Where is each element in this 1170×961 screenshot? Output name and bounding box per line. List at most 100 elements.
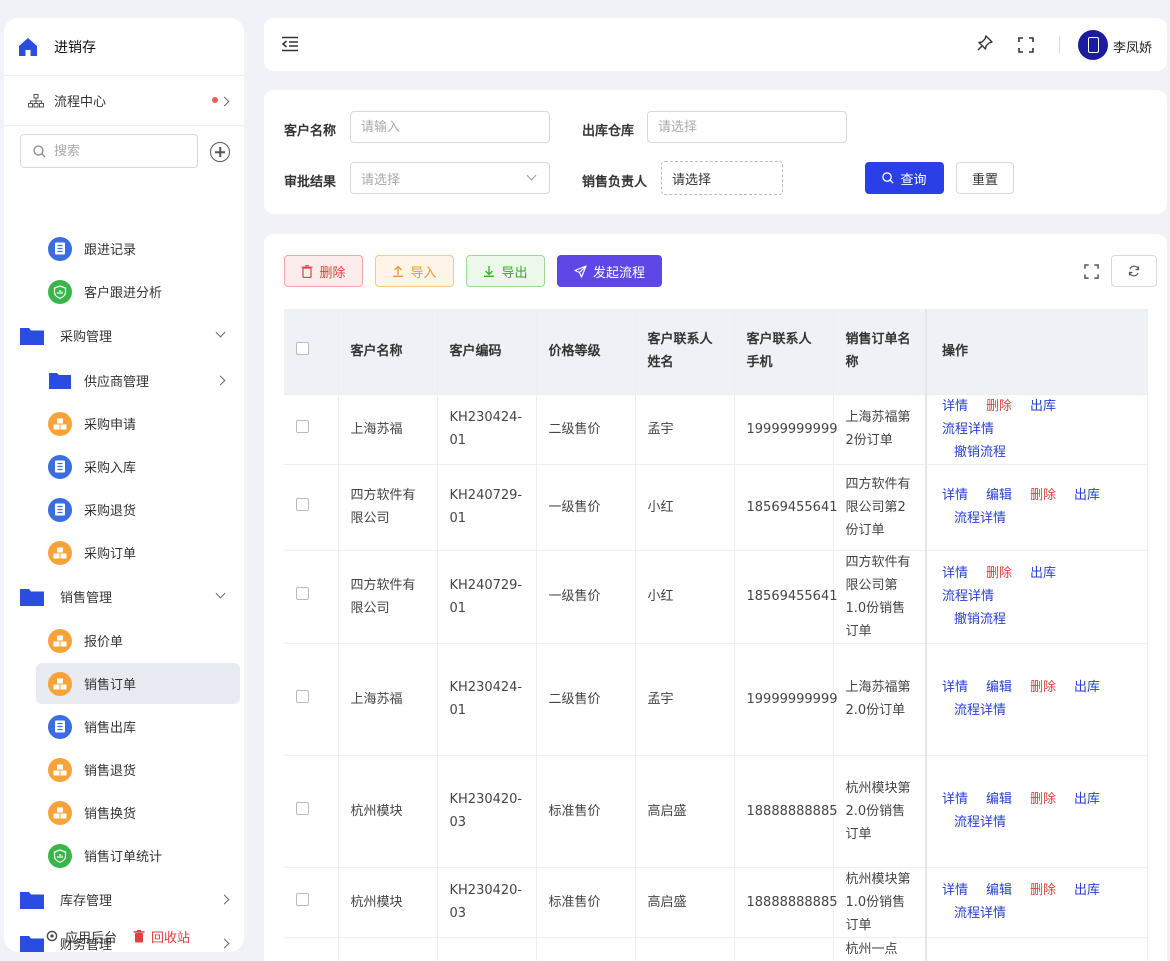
table-cell: 上海苏福第2份订单	[833, 394, 927, 465]
approval-placeholder: 请选择	[361, 172, 401, 188]
row-action-link[interactable]: 详情	[942, 676, 968, 699]
delete-button[interactable]: 删除	[284, 255, 363, 287]
row-action-link[interactable]: 详情	[942, 788, 968, 811]
warehouse-label: 出库仓库	[582, 124, 635, 139]
table-cell: 18888888885	[734, 867, 837, 938]
export-button[interactable]: 导出	[466, 255, 545, 287]
row-action-link[interactable]: 出库	[1074, 676, 1100, 699]
recycle-link[interactable]: 回收站	[133, 927, 190, 946]
row-action-link[interactable]: 流程详情	[954, 507, 1006, 530]
table-cell: 小红	[635, 464, 735, 551]
select-all-checkbox[interactable]	[296, 341, 309, 355]
sidebar-brand[interactable]: 进销存	[4, 18, 244, 76]
sidebar-item[interactable]: 销售订单统计	[36, 835, 240, 876]
sidebar-item[interactable]: 客户跟进分析	[36, 271, 240, 312]
add-circle-icon[interactable]	[210, 142, 230, 162]
sidebar-item[interactable]: 采购入库	[36, 446, 240, 487]
reset-button[interactable]: 重置	[956, 162, 1014, 194]
row-checkbox[interactable]	[296, 689, 309, 703]
sidebar-item[interactable]: 采购订单	[36, 532, 240, 573]
row-action-link[interactable]: 详情	[942, 879, 968, 902]
row-action-link[interactable]: 流程详情	[954, 902, 1006, 925]
row-action-link[interactable]: 详情	[942, 562, 968, 585]
sidebar-item-label: 销售订单	[84, 678, 137, 693]
row-checkbox[interactable]	[296, 587, 309, 600]
table-row: 杭州模块 KH230420-03 标准售价 高启盛 18888888885 杭州模块第2.…	[284, 755, 1148, 868]
row-action-link[interactable]: 详情	[942, 395, 968, 418]
table-cell: 二级售价	[536, 643, 636, 756]
column-header: 客户编码	[437, 309, 537, 395]
sidebar-item[interactable]: 销售出库	[36, 706, 240, 747]
sidebar-item[interactable]: 销售退货	[36, 749, 240, 790]
row-checkbox[interactable]	[296, 801, 309, 815]
query-button[interactable]: 查询	[865, 162, 944, 194]
row-action-link[interactable]: 编辑	[986, 484, 1012, 507]
row-checkbox[interactable]	[296, 497, 309, 511]
avatar[interactable]	[1078, 30, 1108, 60]
row-action-link[interactable]: 删除	[1030, 879, 1056, 902]
import-button[interactable]: 导入	[375, 255, 454, 287]
row-action-link[interactable]: 流程详情	[942, 418, 994, 441]
row-action-link[interactable]: 流程详情	[954, 699, 1006, 722]
sales-owner-picker[interactable]: 请选择	[661, 161, 783, 195]
row-action-link[interactable]: 撤销流程	[954, 608, 1006, 631]
user-name[interactable]: 李凤娇	[1113, 37, 1152, 56]
approval-select[interactable]: 请选择	[350, 162, 550, 194]
row-action-link[interactable]: 详情	[942, 484, 968, 507]
row-action-link[interactable]: 出库	[1030, 395, 1056, 418]
chevron-right-icon	[215, 375, 226, 386]
chevron-right-icon	[219, 96, 230, 107]
row-action-link[interactable]: 删除	[1030, 676, 1056, 699]
sidebar-item-label: 报价单	[84, 635, 124, 650]
sidebar-item[interactable]: 跟进记录	[36, 228, 240, 269]
fullscreen-icon[interactable]	[1018, 37, 1034, 53]
row-checkbox[interactable]	[296, 419, 309, 433]
row-action-link[interactable]: 编辑	[986, 788, 1012, 811]
row-action-link[interactable]: 出库	[1074, 484, 1100, 507]
menu-item-icon	[48, 800, 72, 825]
boxes-icon	[53, 807, 67, 818]
sidebar-search[interactable]	[20, 134, 198, 168]
row-action-link[interactable]: 编辑	[986, 879, 1012, 902]
sidebar-item[interactable]: 采购申请	[36, 403, 240, 444]
table-cell: 一级售价	[536, 937, 636, 961]
sidebar-group[interactable]: 销售管理	[4, 576, 244, 617]
backend-link[interactable]: 应用后台	[46, 927, 117, 946]
menu-fold-icon[interactable]	[280, 36, 300, 52]
row-action-link[interactable]: 删除	[986, 562, 1012, 585]
sidebar-item[interactable]: 销售换货	[36, 792, 240, 833]
sidebar-group[interactable]: 库存管理	[4, 879, 244, 920]
customer-name-input[interactable]	[350, 111, 550, 143]
row-action-link[interactable]: 出库	[1030, 562, 1056, 585]
home-icon	[19, 37, 37, 56]
warehouse-select[interactable]	[647, 111, 847, 143]
row-action-link[interactable]: 删除	[986, 395, 1012, 418]
start-flow-button[interactable]: 发起流程	[557, 255, 662, 287]
row-action-link[interactable]: 删除	[1030, 788, 1056, 811]
sidebar-item[interactable]: 销售订单	[36, 663, 240, 704]
sidebar-item[interactable]: 采购退货	[36, 489, 240, 530]
table-cell: KH230420-03	[437, 867, 537, 938]
sidebar-item-label: 客户跟进分析	[84, 286, 163, 301]
table-card: 删除 导入 导出 发起流程 客户名称 客户编码 价格等级 客户联系人姓名 客户联…	[264, 234, 1167, 961]
folder-icon	[20, 891, 44, 909]
sidebar-flow-center[interactable]: 流程中心	[4, 76, 244, 126]
row-action-link[interactable]: 撤销流程	[954, 441, 1006, 464]
sidebar-item[interactable]: 报价单	[36, 620, 240, 661]
row-action-link[interactable]: 流程详情	[942, 585, 994, 608]
sidebar-search-input[interactable]	[54, 143, 184, 159]
row-action-link[interactable]: 出库	[1074, 879, 1100, 902]
row-action-link[interactable]: 删除	[1030, 484, 1056, 507]
row-action-link[interactable]: 流程详情	[954, 811, 1006, 834]
row-action-link[interactable]: 出库	[1074, 788, 1100, 811]
pin-icon[interactable]	[976, 34, 994, 52]
refresh-button[interactable]	[1111, 255, 1157, 287]
row-actions: 详情 删除 出库流程详情 撤销流程	[925, 550, 1148, 644]
row-action-link[interactable]: 编辑	[986, 676, 1012, 699]
table-header-row: 客户名称 客户编码 价格等级 客户联系人姓名 客户联系人手机 销售订单名称 操作	[284, 309, 1148, 395]
sidebar-group[interactable]: 采购管理	[4, 315, 244, 356]
upload-icon	[393, 265, 404, 277]
row-checkbox[interactable]	[296, 892, 309, 906]
table-fullscreen-icon[interactable]	[1084, 264, 1099, 279]
sidebar-item[interactable]: 供应商管理	[36, 360, 240, 401]
